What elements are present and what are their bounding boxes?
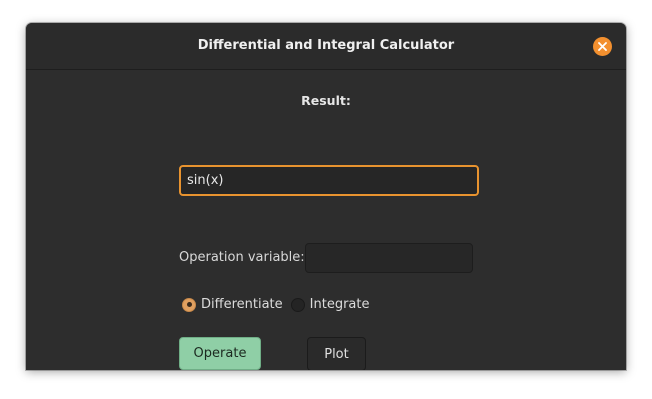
calculator-window: Differential and Integral Calculator Res… bbox=[26, 23, 626, 370]
operation-variable-label: Operation variable: bbox=[179, 250, 305, 265]
result-label: Result: bbox=[301, 93, 351, 108]
integrate-label: Integrate bbox=[309, 297, 370, 312]
main-content: Result: Operation variable: Differentiat… bbox=[26, 70, 626, 370]
expression-input[interactable] bbox=[179, 165, 479, 196]
integrate-radio[interactable]: Integrate bbox=[290, 297, 370, 312]
differentiate-radio[interactable]: Differentiate bbox=[182, 297, 283, 312]
radio-unchecked-icon bbox=[290, 297, 305, 312]
mode-radio-group: Differentiate Integrate bbox=[182, 297, 377, 312]
close-button[interactable] bbox=[593, 37, 612, 56]
window-title: Differential and Integral Calculator bbox=[197, 38, 455, 53]
radio-checked-icon bbox=[182, 297, 196, 312]
operation-variable-input[interactable] bbox=[305, 243, 473, 273]
operate-button[interactable]: Operate bbox=[179, 337, 261, 370]
differentiate-label: Differentiate bbox=[201, 297, 283, 312]
plot-button[interactable]: Plot bbox=[307, 337, 366, 370]
titlebar: Differential and Integral Calculator bbox=[26, 23, 626, 70]
close-icon bbox=[598, 42, 607, 51]
